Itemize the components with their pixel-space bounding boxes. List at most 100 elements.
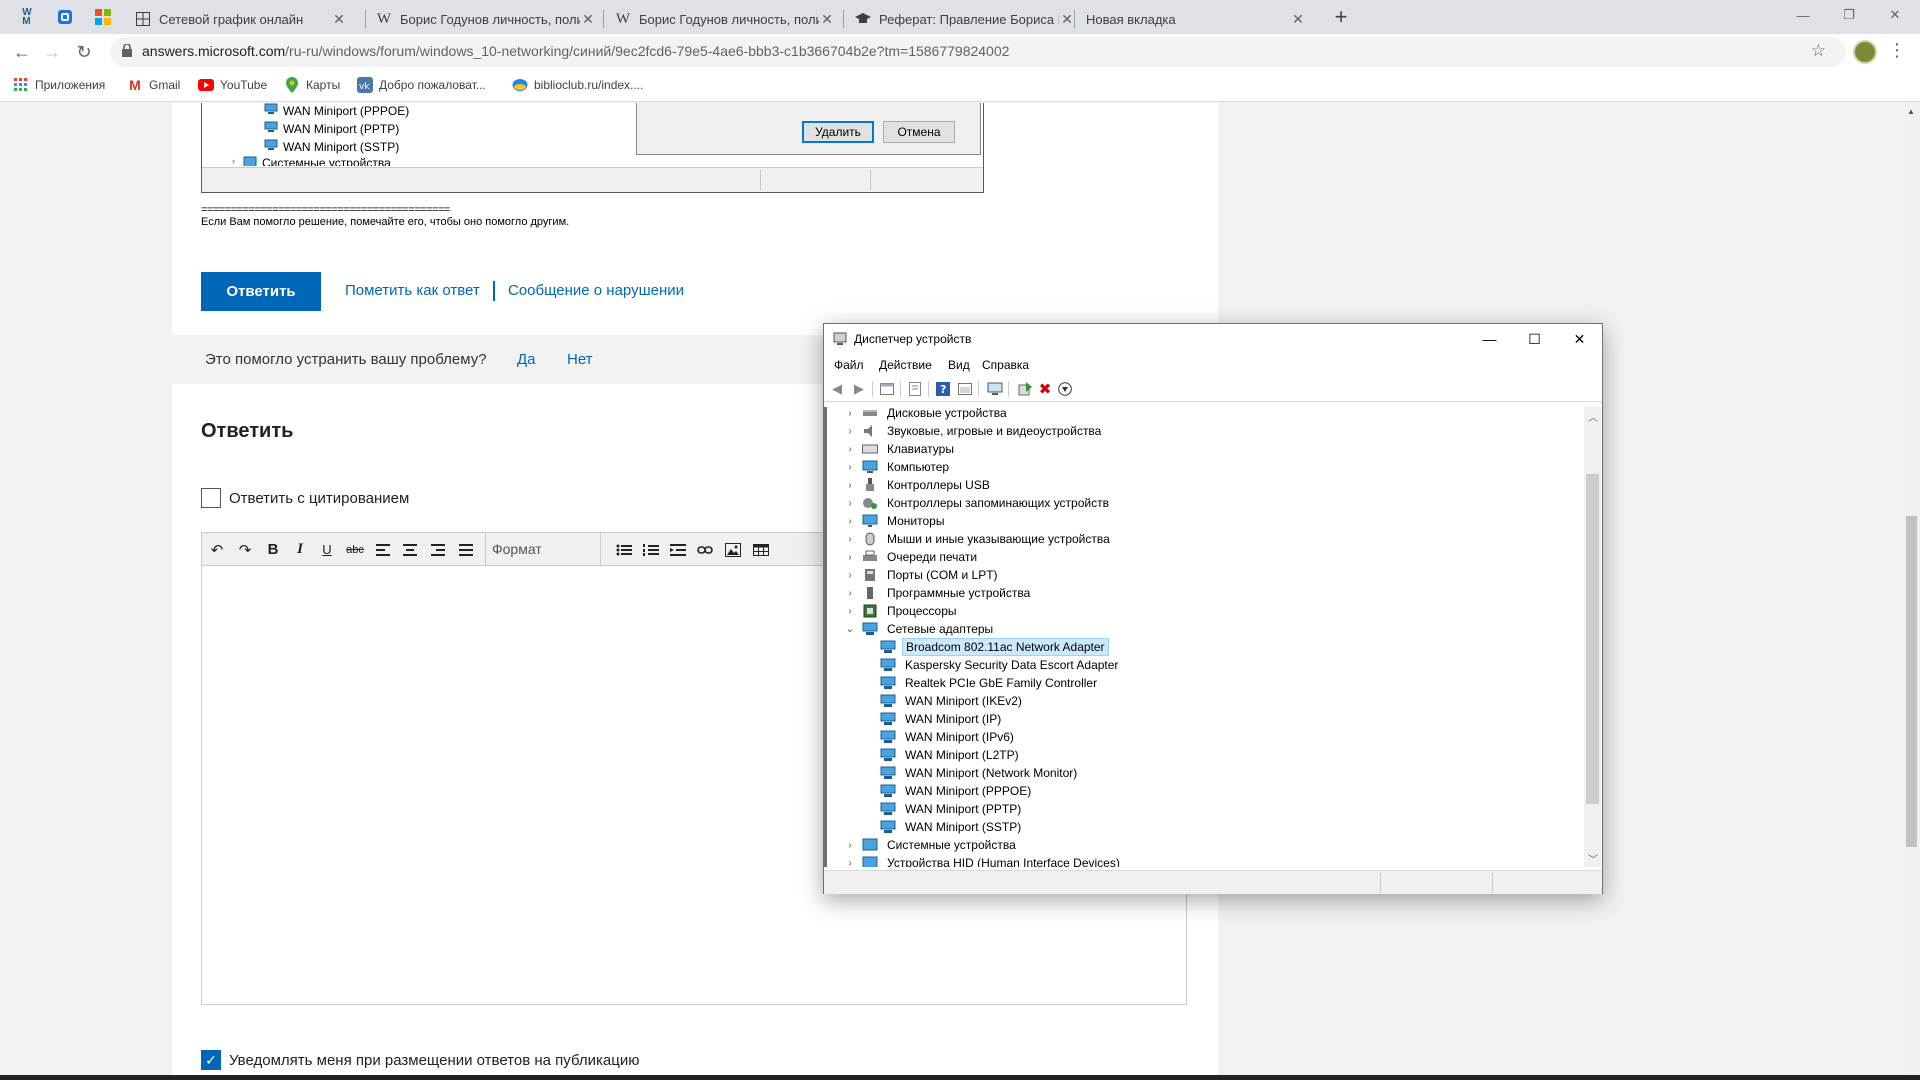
menu-help[interactable]: Справка bbox=[982, 358, 1029, 372]
tree-adapter[interactable]: WAN Miniport (IKEv2) bbox=[862, 692, 1025, 710]
back-arrow-icon[interactable]: ◀ bbox=[828, 380, 846, 398]
bulleted-list-icon[interactable] bbox=[611, 537, 637, 562]
address-bar[interactable]: answers.microsoft.com/ru-ru/windows/foru… bbox=[110, 37, 1846, 67]
bookmark-maps[interactable]: Карты bbox=[284, 77, 340, 93]
tree-category[interactable]: › Устройства HID (Human Interface Devices… bbox=[844, 854, 1123, 867]
pinned-tab-wm[interactable]: WM bbox=[14, 6, 40, 28]
tree-adapter[interactable]: WAN Miniport (L2TP) bbox=[862, 746, 1022, 764]
chevron-right-icon[interactable]: › bbox=[844, 606, 856, 617]
notify-checkbox[interactable]: ✓ bbox=[201, 1050, 221, 1070]
tree-category[interactable]: › Процессоры bbox=[844, 602, 960, 620]
quote-checkbox[interactable] bbox=[201, 488, 221, 508]
chevron-down-icon[interactable]: ⌄ bbox=[844, 624, 856, 635]
tree-adapter[interactable]: WAN Miniport (PPTP) bbox=[862, 800, 1024, 818]
bookmark-gmail[interactable]: M Gmail bbox=[127, 77, 180, 93]
tree-adapter[interactable]: WAN Miniport (PPPOE) bbox=[862, 782, 1034, 800]
redo-icon[interactable]: ↷ bbox=[232, 537, 258, 562]
bookmark-youtube[interactable]: YouTube bbox=[198, 77, 267, 93]
tree-category[interactable]: › Порты (COM и LPT) bbox=[844, 566, 1001, 584]
dm-minimize-button[interactable]: — bbox=[1467, 324, 1512, 354]
menu-view[interactable]: Вид bbox=[948, 358, 970, 372]
page-scroll-thumb[interactable] bbox=[1906, 516, 1917, 847]
minimize-button[interactable]: — bbox=[1780, 0, 1826, 30]
profile-avatar[interactable] bbox=[1853, 40, 1877, 64]
scroll-up-arrow-icon[interactable]: ▲ bbox=[1907, 107, 1915, 116]
close-tab-icon[interactable]: ✕ bbox=[1059, 11, 1075, 28]
chevron-right-icon[interactable]: › bbox=[844, 444, 856, 455]
tree-category[interactable]: › Дисковые устройства bbox=[844, 407, 1010, 422]
update-driver-icon[interactable] bbox=[1016, 380, 1034, 398]
chevron-right-icon[interactable]: › bbox=[844, 570, 856, 581]
strikethrough-icon[interactable]: abc bbox=[342, 537, 368, 562]
tree-category[interactable]: › Очереди печати bbox=[844, 548, 980, 566]
show-hide-tree-icon[interactable] bbox=[878, 380, 896, 398]
tree-category[interactable]: › Звуковые, игровые и видеоустройства bbox=[844, 422, 1104, 440]
chevron-right-icon[interactable]: › bbox=[844, 858, 856, 868]
forward-button[interactable]: → bbox=[38, 38, 66, 66]
tab-boris-1[interactable]: W Борис Годунов личность, полит ✕ bbox=[366, 4, 606, 34]
tab-network-graph[interactable]: Сетевой график онлайн ✕ bbox=[125, 4, 357, 34]
close-window-button[interactable]: ✕ bbox=[1872, 0, 1918, 30]
undo-icon[interactable]: ↶ bbox=[204, 537, 230, 562]
helpful-yes-link[interactable]: Да bbox=[517, 351, 536, 368]
underline-icon[interactable]: U bbox=[314, 537, 340, 562]
device-tree[interactable]: › Дисковые устройства › Звуковые, игровые и… bbox=[824, 407, 1584, 867]
chevron-right-icon[interactable]: › bbox=[844, 588, 856, 599]
tab-new[interactable]: Новая вкладка ✕ bbox=[1076, 4, 1316, 34]
chevron-right-icon[interactable]: › bbox=[844, 462, 856, 473]
chevron-right-icon[interactable]: › bbox=[844, 516, 856, 527]
chevron-right-icon[interactable]: › bbox=[844, 534, 856, 545]
close-tab-icon[interactable]: ✕ bbox=[819, 11, 835, 28]
back-button[interactable]: ← bbox=[8, 38, 36, 66]
tree-category[interactable]: › Мониторы bbox=[844, 512, 947, 530]
tree-category[interactable]: › Системные устройства bbox=[844, 836, 1019, 854]
help-icon[interactable]: ? bbox=[934, 380, 952, 398]
chevron-right-icon[interactable]: › bbox=[844, 840, 856, 851]
align-left-icon[interactable] bbox=[370, 537, 396, 562]
tab-referat[interactable]: Реферат: Правление Бориса Го ✕ bbox=[845, 4, 1085, 34]
mark-as-answer-link[interactable]: Пометить как ответ bbox=[345, 282, 480, 299]
pinned-tab-microsoft[interactable] bbox=[90, 6, 116, 28]
chevron-right-icon[interactable]: › bbox=[844, 552, 856, 563]
indent-icon[interactable] bbox=[665, 537, 691, 562]
tree-category-expanded[interactable]: ⌄ Сетевые адаптеры bbox=[844, 620, 996, 638]
scroll-up-arrow-icon[interactable]: ︿ bbox=[1588, 409, 1598, 424]
tree-category[interactable]: › Мыши и иные указывающие устройства bbox=[844, 530, 1113, 548]
restore-button[interactable]: ❐ bbox=[1826, 0, 1872, 30]
close-tab-icon[interactable]: ✕ bbox=[1290, 11, 1306, 28]
new-tab-button[interactable]: + bbox=[1328, 4, 1354, 30]
link-icon[interactable] bbox=[692, 537, 718, 562]
pinned-tab-2[interactable] bbox=[52, 6, 78, 28]
forward-arrow-icon[interactable]: ▶ bbox=[850, 380, 868, 398]
bookmark-vk[interactable]: vk Добро пожаловат... bbox=[357, 77, 486, 93]
tree-adapter[interactable]: WAN Miniport (IP) bbox=[862, 710, 1004, 728]
uninstall-device-icon[interactable]: ✖ bbox=[1036, 380, 1054, 398]
numbered-list-icon[interactable] bbox=[638, 537, 664, 562]
dm-scroll-thumb[interactable] bbox=[1586, 474, 1599, 804]
menu-file[interactable]: Файл bbox=[834, 358, 864, 372]
tree-adapter[interactable]: WAN Miniport (IPv6) bbox=[862, 728, 1017, 746]
tree-adapter[interactable]: Kaspersky Security Data Escort Adapter bbox=[862, 656, 1121, 674]
dm-maximize-button[interactable]: ☐ bbox=[1512, 324, 1557, 354]
scan-hardware-icon[interactable] bbox=[986, 380, 1004, 398]
tree-adapter-selected[interactable]: Broadcom 802.11ac Network Adapter bbox=[862, 638, 1109, 656]
chevron-right-icon[interactable]: › bbox=[844, 408, 856, 419]
tree-category[interactable]: › Компьютер bbox=[844, 458, 952, 476]
tree-category[interactable]: › Программные устройства bbox=[844, 584, 1033, 602]
align-right-icon[interactable] bbox=[425, 537, 451, 562]
device-manager-window[interactable]: Диспетчер устройств — ☐ ✕ Файл Действие … bbox=[823, 323, 1603, 894]
dm-close-button[interactable]: ✕ bbox=[1557, 324, 1602, 354]
tree-category[interactable]: › Контроллеры USB bbox=[844, 476, 993, 494]
format-select[interactable]: Формат bbox=[485, 533, 601, 565]
chevron-right-icon[interactable]: › bbox=[844, 480, 856, 491]
tab-boris-2[interactable]: W Борис Годунов личность, полит ✕ bbox=[605, 4, 845, 34]
reply-button[interactable]: Ответить bbox=[201, 272, 321, 311]
image-icon[interactable] bbox=[720, 537, 746, 562]
bookmark-apps[interactable]: Приложения bbox=[13, 77, 105, 93]
align-center-icon[interactable] bbox=[397, 537, 423, 562]
tree-category[interactable]: › Контроллеры запоминающих устройств bbox=[844, 494, 1112, 512]
bold-icon[interactable]: B bbox=[260, 537, 286, 562]
properties-icon[interactable] bbox=[906, 380, 924, 398]
report-abuse-link[interactable]: Сообщение о нарушении bbox=[508, 282, 684, 299]
tree-adapter[interactable]: WAN Miniport (Network Monitor) bbox=[862, 764, 1080, 782]
